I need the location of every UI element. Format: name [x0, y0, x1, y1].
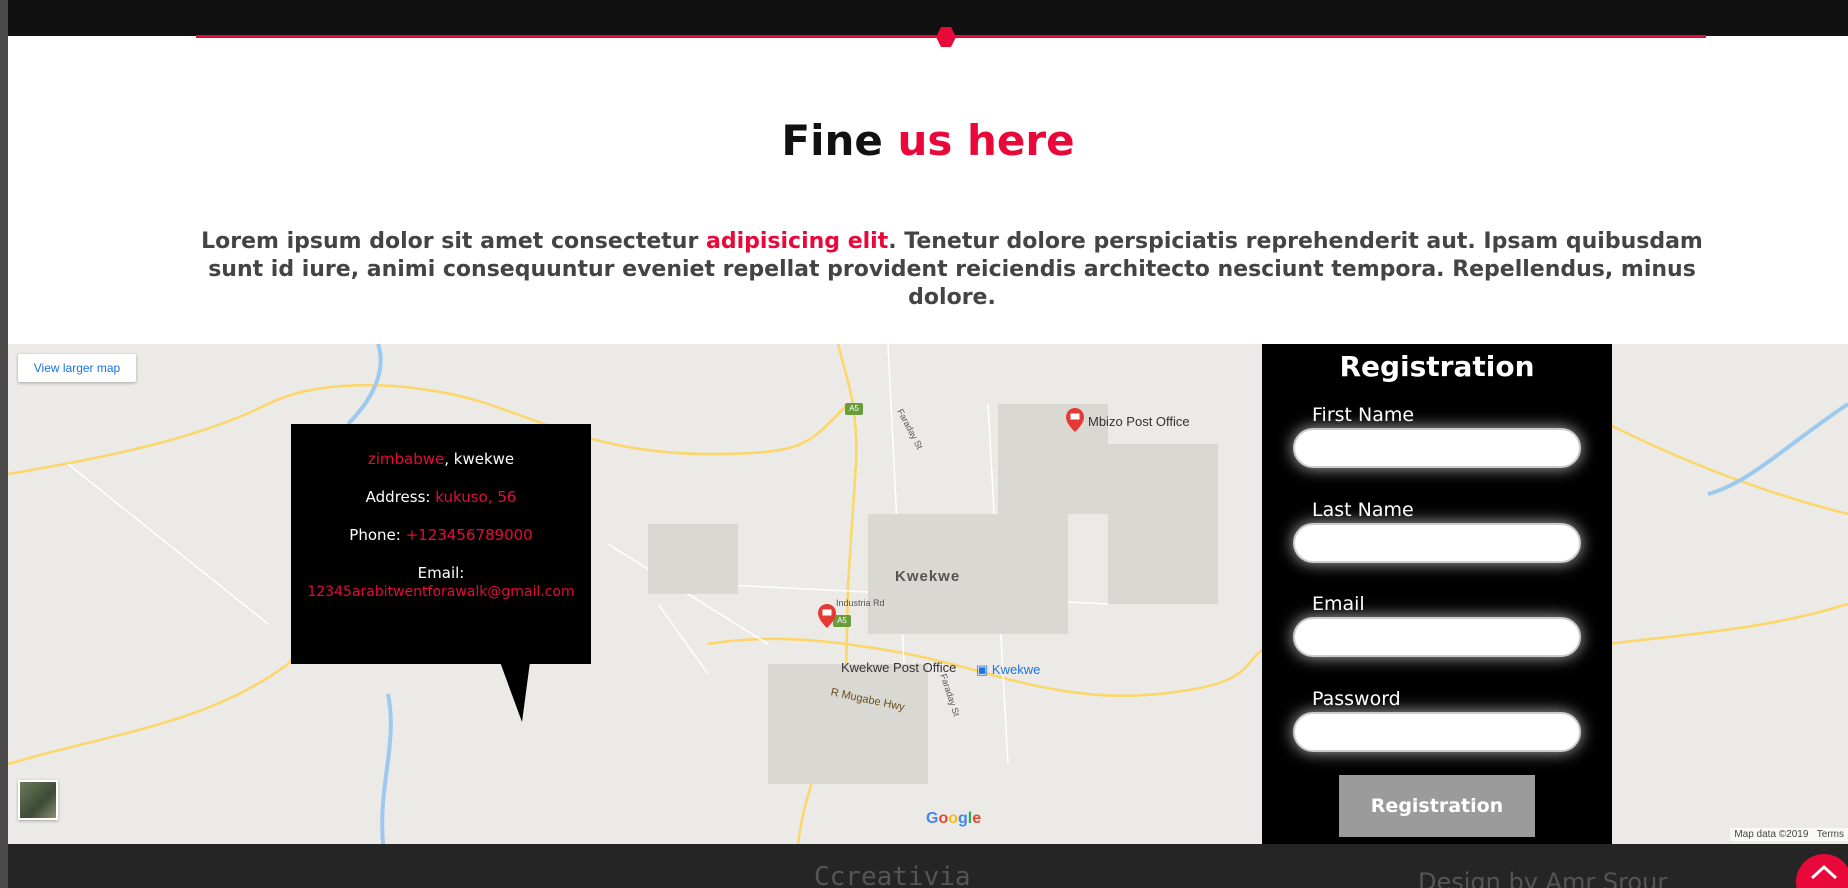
page-edge: [0, 0, 8, 888]
map-terms-link[interactable]: Terms: [1817, 829, 1844, 840]
map-data-credit: Map data ©2019: [1734, 829, 1809, 840]
road-badge-a5: A5: [845, 403, 863, 415]
info-box-pointer: [500, 662, 530, 722]
last-name-input[interactable]: [1293, 523, 1581, 563]
address-label: Address:: [365, 488, 431, 506]
registration-form: Registration First Name Last Name Email …: [1262, 344, 1612, 844]
footer-credit: Design by Amr Srour: [1418, 868, 1668, 888]
registration-title: Registration: [1339, 350, 1535, 383]
section-intro: Lorem ipsum dolor sit amet consectetur a…: [200, 228, 1704, 312]
footer-brand: Ccreativia: [814, 862, 971, 888]
footer: Ccreativia Design by Amr Srour: [8, 844, 1848, 888]
mail-pin-icon[interactable]: [1066, 408, 1084, 432]
intro-highlight: adipisicing elit: [705, 229, 889, 254]
satellite-toggle[interactable]: [18, 780, 58, 820]
map-street-label: Industria Rd: [836, 598, 885, 608]
contact-info-box: zimbabwe, kwekwe Address: kukuso, 56 Pho…: [291, 424, 591, 664]
email-label: Email: [1312, 593, 1365, 615]
info-city: , kwekwe: [444, 450, 515, 468]
map-place-mbizo[interactable]: Mbizo Post Office: [1088, 414, 1190, 429]
address-value: kukuso, 56: [435, 488, 517, 506]
info-phone: Phone: +123456789000: [291, 526, 591, 544]
registration-submit-button[interactable]: Registration: [1339, 775, 1535, 837]
first-name-input[interactable]: [1293, 428, 1581, 468]
map-credit: Map data ©2019 Terms: [1730, 828, 1848, 841]
email-value[interactable]: 12345arabitwentforawalk@gmail.com: [307, 584, 574, 600]
phone-label: Phone:: [349, 526, 401, 544]
first-name-label: First Name: [1312, 404, 1415, 426]
title-accent: us here: [897, 116, 1075, 165]
info-location: zimbabwe, kwekwe: [291, 450, 591, 468]
email-input[interactable]: [1293, 617, 1581, 657]
map-place-kwekwe-post-office[interactable]: Kwekwe Post Office: [841, 660, 956, 675]
email-label: Email:: [417, 564, 465, 582]
train-icon: ▣: [976, 662, 989, 677]
last-name-label: Last Name: [1312, 499, 1414, 521]
mail-pin-icon[interactable]: [818, 604, 836, 628]
intro-text-start: Lorem ipsum dolor sit amet consectetur: [201, 229, 699, 254]
password-label: Password: [1312, 688, 1401, 710]
title-plain: Fine: [781, 116, 883, 165]
station-name: Kwekwe: [991, 662, 1041, 677]
info-country: zimbabwe: [367, 450, 445, 468]
password-input[interactable]: [1293, 712, 1581, 752]
info-address: Address: kukuso, 56: [291, 488, 591, 506]
phone-value: +123456789000: [405, 526, 533, 544]
chevron-up-icon: [1810, 864, 1838, 880]
hero-banner-bottom: [8, 0, 1848, 36]
map-town-label: Kwekwe: [895, 568, 961, 585]
info-email: Email: 12345arabitwentforawalk@gmail.com: [291, 564, 591, 600]
google-logo: Google: [926, 810, 982, 827]
map-place-kwekwe-station[interactable]: ▣ Kwekwe: [976, 662, 1040, 678]
section-title: Fine us here: [8, 116, 1848, 165]
view-larger-map-link[interactable]: View larger map: [18, 354, 136, 382]
